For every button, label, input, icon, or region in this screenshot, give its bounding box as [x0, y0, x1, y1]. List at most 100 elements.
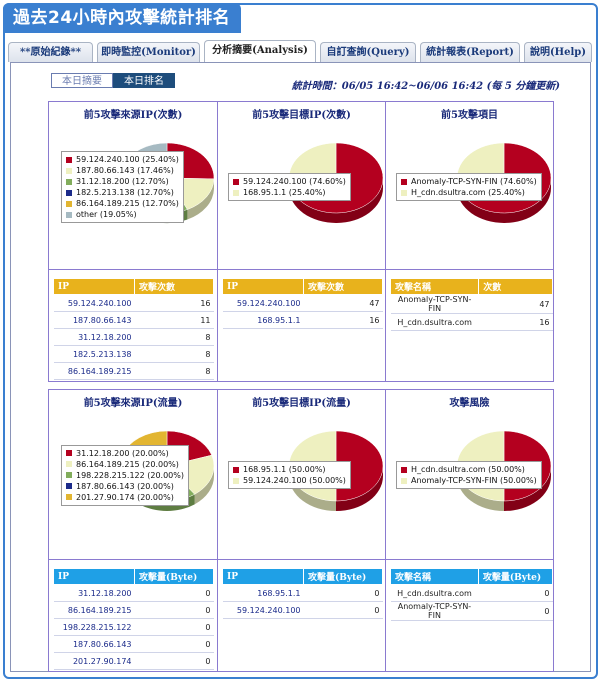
ip-cell[interactable]: 187.80.66.143: [53, 635, 135, 653]
table-row: 168.95.1.1 0: [222, 584, 383, 602]
ip-cell[interactable]: 86.164.189.215: [53, 601, 135, 619]
ip-cell[interactable]: 86.164.189.215: [53, 362, 135, 380]
chart-cell: 前5攻擊來源IP(流量) 31.12.18.200 (20.00%) 86.164…: [49, 390, 218, 560]
column-header[interactable]: 攻擊量(Byte): [134, 568, 214, 585]
tab-query[interactable]: 自訂查詢(Query): [320, 42, 416, 62]
column-header[interactable]: 攻擊量(Byte): [477, 568, 554, 585]
legend-swatch: [66, 167, 72, 174]
table-header-row: IP 攻擊量(Byte): [222, 568, 383, 585]
legend-item: 201.27.90.174 (20.00%): [66, 492, 184, 503]
legend-swatch: [66, 461, 72, 467]
legend-item: 182.5.213.138 (12.70%): [66, 187, 179, 198]
value-cell: 47: [303, 294, 383, 312]
tab-analysis[interactable]: 分析摘要(Analysis): [204, 40, 316, 63]
ip-cell[interactable]: 59.124.240.100: [53, 294, 135, 312]
value-cell: 0: [134, 635, 214, 653]
ip-cell[interactable]: 198.228.215.122: [53, 618, 135, 636]
value-cell: 0: [478, 584, 553, 602]
table-row: 86.164.189.215 8: [53, 362, 214, 380]
legend-swatch: [401, 178, 407, 185]
ip-cell[interactable]: 182.5.213.138: [53, 345, 135, 363]
table-cell: IP 攻擊量(Byte) 31.12.18.200 0 86.164.189.215 0 1…: [49, 560, 218, 672]
legend-item: Anomaly-TCP-SYN-FIN (74.60%): [401, 176, 537, 187]
attack-name-cell[interactable]: H_cdn.dsultra.com: [390, 313, 479, 331]
data-table: IP 攻擊次數 59.124.240.100 16 187.80.66.143 11 31.…: [53, 278, 214, 380]
attack-name-cell[interactable]: Anomaly-TCP-SYN-FIN: [390, 601, 479, 621]
subtab-daily-summary[interactable]: 本日摘要: [51, 73, 113, 88]
legend-item: H_cdn.dsultra.com (50.00%): [401, 464, 537, 475]
legend-label: 187.80.66.143 (20.00%): [76, 481, 174, 491]
tab-help[interactable]: 說明(Help): [524, 42, 592, 62]
chart-legend: 59.124.240.100 (74.60%) 168.95.1.1 (25.40…: [228, 173, 351, 201]
ip-cell[interactable]: 59.124.240.100: [222, 294, 304, 312]
ip-cell[interactable]: 168.95.1.1: [222, 584, 304, 602]
column-header[interactable]: 攻擊名稱: [389, 278, 480, 295]
value-cell: 11: [134, 311, 214, 329]
tab-raw-log[interactable]: **原始紀錄**: [8, 42, 93, 62]
ip-cell[interactable]: 168.95.1.1: [222, 311, 304, 329]
chart-legend: H_cdn.dsultra.com (50.00%) Anomaly-TCP-SY…: [396, 461, 542, 489]
column-header[interactable]: IP: [222, 278, 304, 295]
legend-label: 168.95.1.1 (25.40%): [243, 188, 326, 197]
column-header[interactable]: 次數: [478, 278, 553, 295]
column-header[interactable]: IP: [222, 568, 304, 585]
chart-cell: 攻擊風險 H_cdn.dsultra.com (50.00%) Anomaly-T…: [386, 390, 554, 560]
legend-swatch: [233, 189, 239, 196]
value-cell: 0: [134, 618, 214, 636]
chart-cell: 前5攻擊目標IP(次數) 59.124.240.100 (74.60%) 168.…: [218, 102, 386, 270]
table-row: 187.80.66.143 11: [53, 311, 214, 329]
value-cell: 16: [134, 294, 214, 312]
column-header[interactable]: IP: [53, 568, 135, 585]
ip-cell[interactable]: 59.124.240.100: [222, 601, 304, 619]
legend-label: 182.5.213.138 (12.70%): [76, 188, 174, 197]
legend-item: 168.95.1.1 (25.40%): [233, 187, 346, 198]
attack-name-cell[interactable]: Anomaly-TCP-SYN-FIN: [390, 294, 479, 314]
legend-swatch: [66, 472, 72, 478]
grid-traffic: 前5攻擊來源IP(流量) 31.12.18.200 (20.00%) 86.164…: [48, 389, 554, 672]
legend-swatch: [66, 483, 72, 489]
legend-label: Anomaly-TCP-SYN-FIN (50.00%): [411, 476, 537, 485]
ip-cell[interactable]: 187.80.66.143: [53, 311, 135, 329]
legend-swatch: [66, 494, 72, 500]
value-cell: 0: [303, 584, 383, 602]
ip-cell[interactable]: 31.12.18.200: [53, 328, 135, 346]
column-header[interactable]: 攻擊次數: [134, 278, 214, 295]
legend-label: 31.12.18.200 (20.00%): [76, 448, 169, 458]
legend-swatch: [66, 450, 72, 456]
value-cell: 0: [303, 601, 383, 619]
data-table: IP 攻擊量(Byte) 168.95.1.1 0 59.124.240.100 0: [222, 568, 383, 619]
legend-item: 31.12.18.200 (20.00%): [66, 448, 184, 459]
page-title: 過去24小時內攻擊統計排名: [3, 3, 241, 33]
value-cell: 16: [303, 311, 383, 329]
data-table: 攻擊名稱 攻擊量(Byte) H_cdn.dsultra.com 0 Anomaly-T…: [390, 568, 554, 621]
legend-item: 86.164.189.215 (20.00%): [66, 459, 184, 470]
legend-item: Anomaly-TCP-SYN-FIN (50.00%): [401, 475, 537, 486]
table-row: 59.124.240.100 16: [53, 294, 214, 312]
subtab-daily-ranking[interactable]: 本日排名: [113, 73, 175, 88]
table-row: 187.80.66.143 0: [53, 635, 214, 653]
table-row: H_cdn.dsultra.com 0: [390, 584, 553, 602]
legend-label: other (19.05%): [76, 210, 137, 219]
legend-swatch: [401, 189, 407, 196]
table-row: 168.95.1.1 16: [222, 311, 383, 329]
table-cell: IP 攻擊次數 59.124.240.100 16 187.80.66.143 11 31.…: [49, 270, 218, 382]
tab-monitor[interactable]: 即時監控(Monitor): [97, 42, 200, 62]
attack-name-cell[interactable]: H_cdn.dsultra.com: [390, 584, 479, 602]
table-cell: IP 攻擊次數 59.124.240.100 47 168.95.1.1 16: [218, 270, 386, 382]
legend-item: 86.164.189.215 (12.70%): [66, 198, 179, 209]
chart-legend: 59.124.240.100 (25.40%) 187.80.66.143 (17…: [61, 151, 184, 223]
stat-time: 統計時間：06/05 16:42~06/06 16:42 (每 5 分鐘更新): [291, 81, 560, 92]
analysis-panel: 本日摘要 本日排名 統計時間：06/05 16:42~06/06 16:42 (每…: [10, 62, 591, 672]
column-header[interactable]: 攻擊名稱: [390, 568, 479, 585]
chart-legend: 168.95.1.1 (50.00%) 59.124.240.100 (50.00…: [228, 461, 351, 489]
legend-label: 198.228.215.122 (20.00%): [76, 470, 184, 480]
table-row: 31.12.18.200 8: [53, 328, 214, 346]
legend-swatch: [66, 156, 72, 163]
ip-cell[interactable]: 201.27.90.174: [53, 652, 135, 670]
chart-cell: 前5攻擊目標IP(流量) 168.95.1.1 (50.00%) 59.124.2…: [218, 390, 386, 560]
tab-report[interactable]: 統計報表(Report): [420, 42, 520, 62]
column-header[interactable]: IP: [53, 278, 135, 295]
ip-cell[interactable]: 31.12.18.200: [53, 584, 135, 602]
column-header[interactable]: 攻擊次數: [303, 278, 383, 295]
column-header[interactable]: 攻擊量(Byte): [303, 568, 383, 585]
